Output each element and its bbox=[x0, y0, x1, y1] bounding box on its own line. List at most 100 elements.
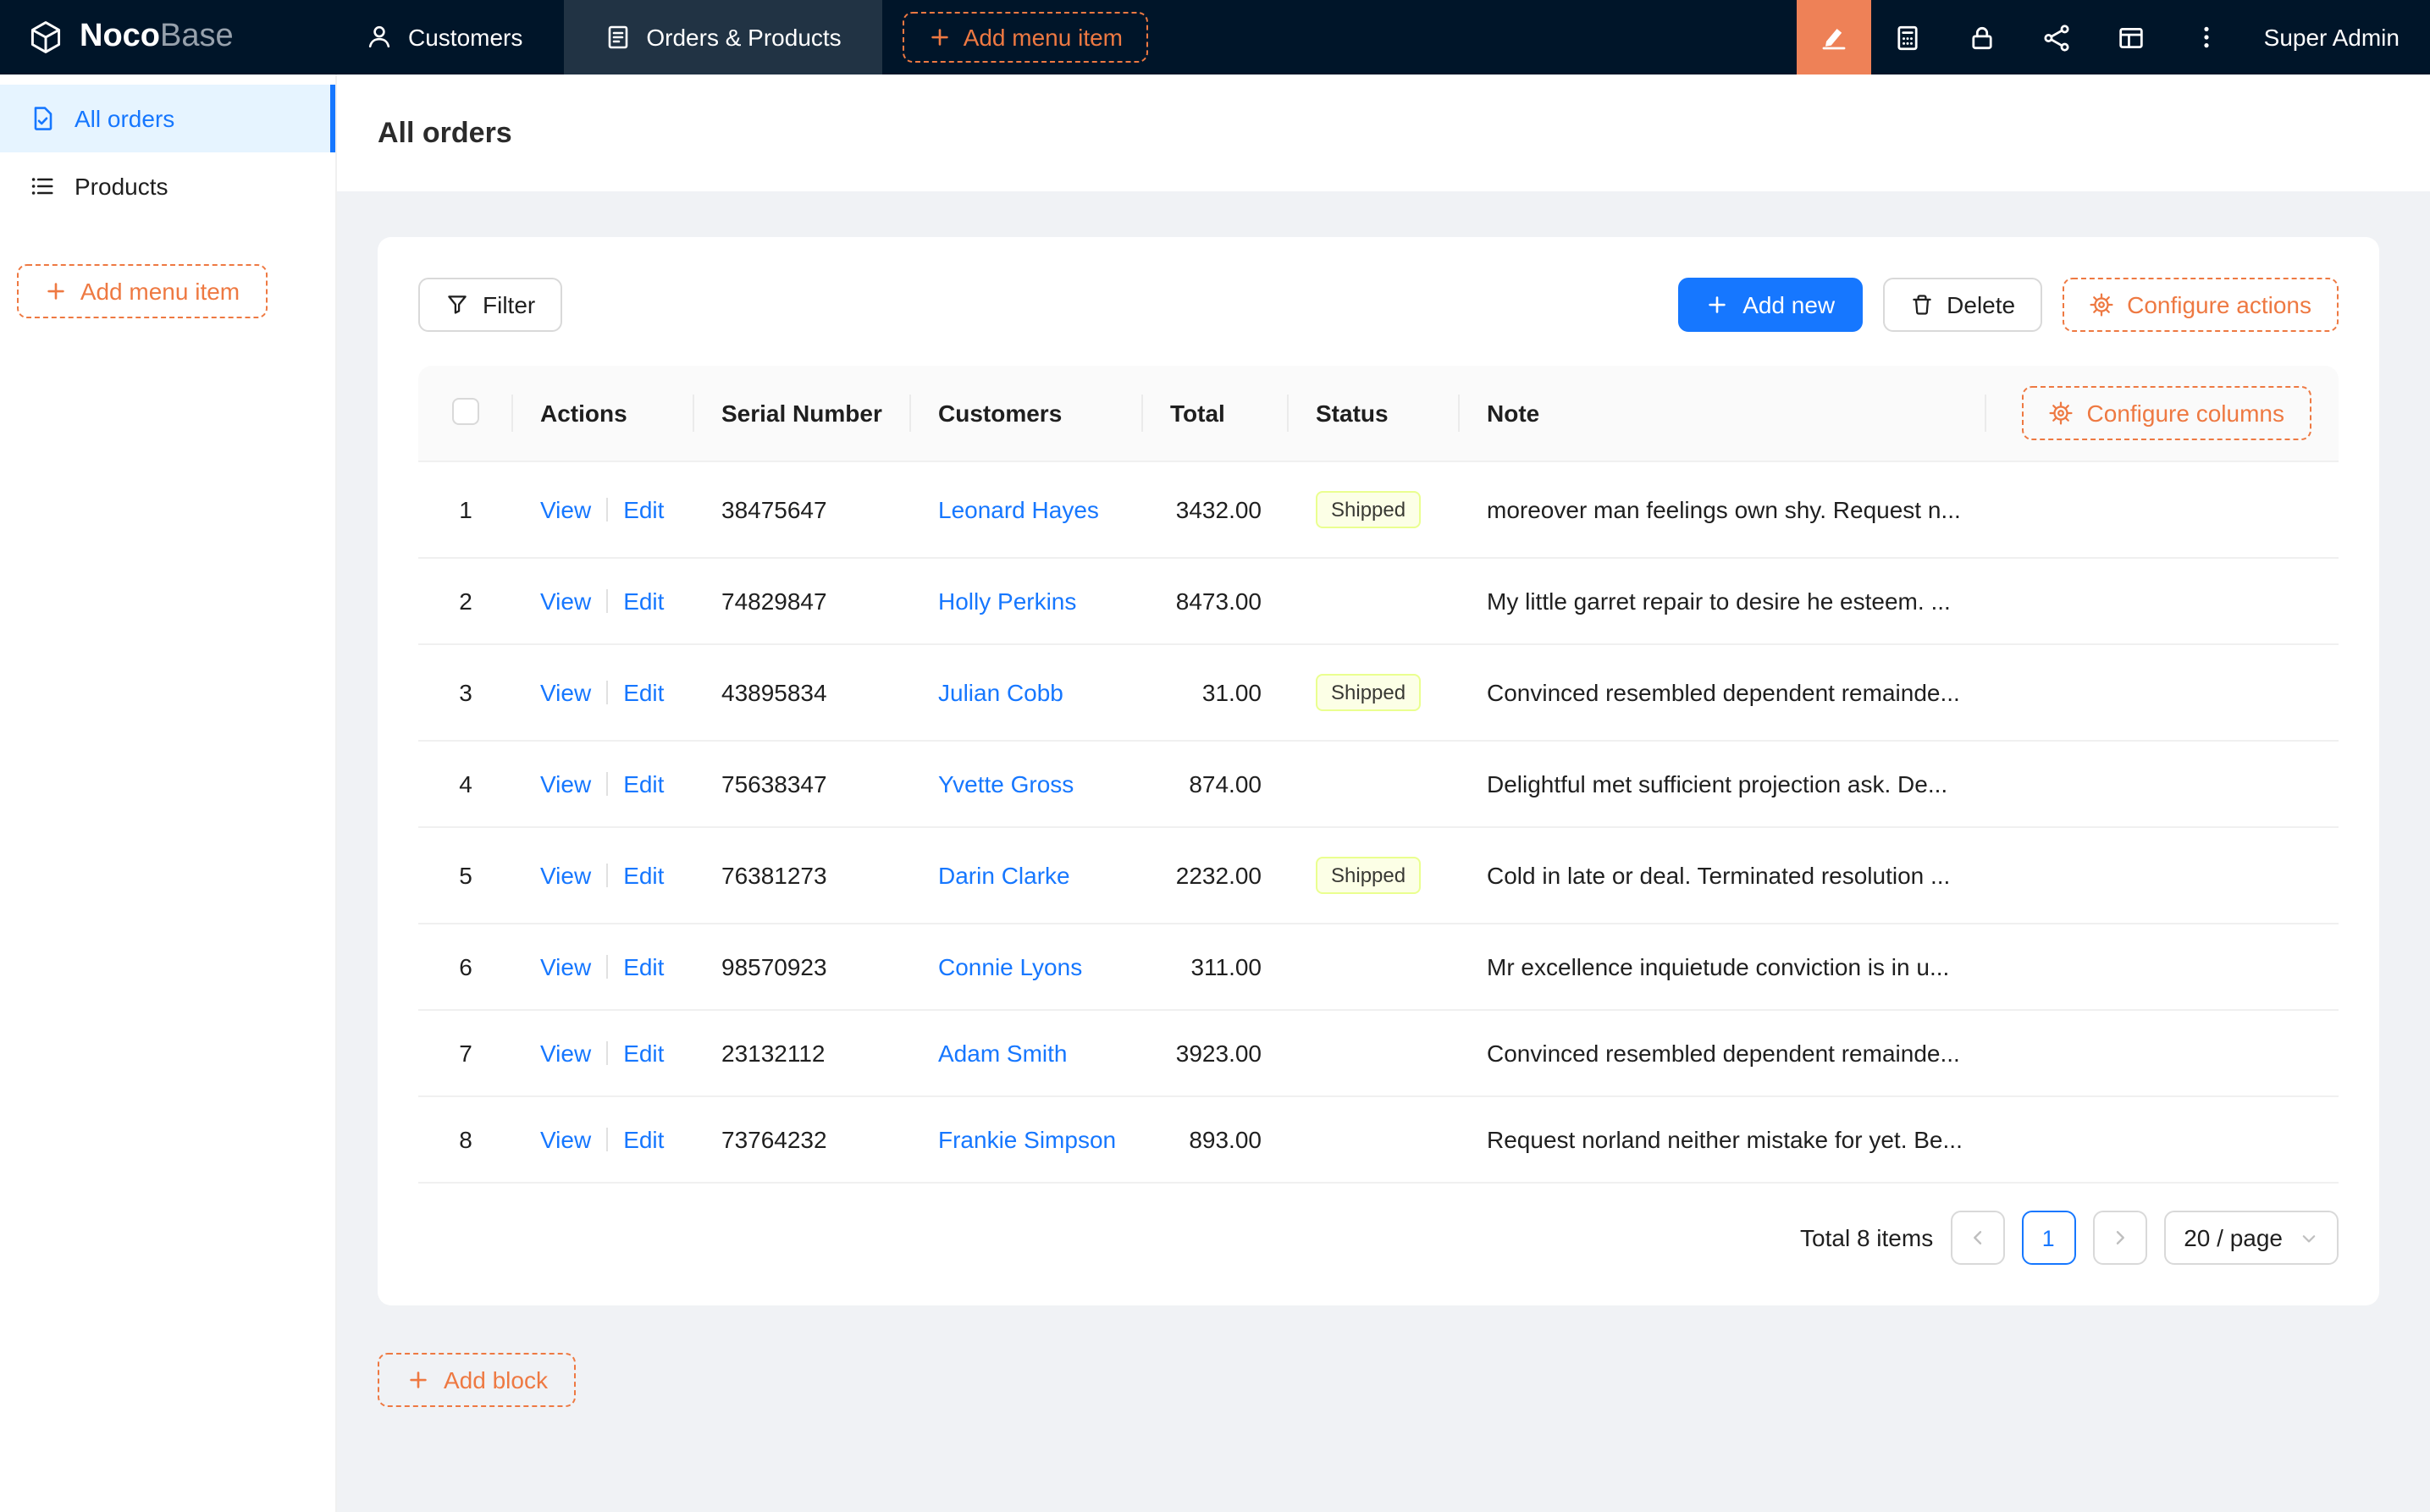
ui-editor-button[interactable] bbox=[1797, 0, 1871, 74]
edit-link[interactable]: Edit bbox=[623, 953, 664, 980]
edit-link[interactable]: Edit bbox=[623, 588, 664, 615]
serial-number-cell: 38475647 bbox=[694, 461, 911, 558]
main-content: All orders Filter bbox=[337, 74, 2430, 1512]
note-text: Request norland neither mistake for yet.… bbox=[1487, 1126, 1963, 1153]
customer-link[interactable]: Adam Smith bbox=[938, 1040, 1068, 1067]
view-link[interactable]: View bbox=[540, 679, 591, 706]
filter-button[interactable]: Filter bbox=[418, 278, 562, 332]
customer-link[interactable]: Julian Cobb bbox=[938, 679, 1063, 706]
ellipsis-vertical-icon bbox=[2193, 24, 2220, 51]
row-index-cell: 4 bbox=[418, 741, 513, 827]
status-cell: Shipped bbox=[1289, 461, 1460, 558]
view-link[interactable]: View bbox=[540, 1126, 591, 1153]
note-text: Delightful met sufficient projection ask… bbox=[1487, 770, 1947, 797]
customer-link[interactable]: Holly Perkins bbox=[938, 588, 1076, 615]
actions-cell: View Edit bbox=[513, 1010, 694, 1096]
logo-text: NocoBase bbox=[80, 19, 234, 56]
pagination: Total 8 items 1 bbox=[418, 1211, 2339, 1265]
table-row: 3 ViewEdit 43895834 Julian Cobb 31.00 Sh… bbox=[418, 644, 2339, 741]
table-row: 6 ViewEdit 98570923 Connie Lyons 311.00 … bbox=[418, 924, 2339, 1010]
delete-button[interactable]: Delete bbox=[1882, 278, 2042, 332]
add-menu-item-button-sidebar[interactable]: Add menu item bbox=[17, 264, 268, 318]
row-index-cell: 1 bbox=[418, 461, 513, 558]
note-cell: Cold in late or deal. Terminated resolut… bbox=[1460, 827, 1986, 924]
pagination-prev-button[interactable] bbox=[1950, 1211, 2004, 1265]
row-index: 1 bbox=[459, 496, 472, 523]
action-divider bbox=[606, 1041, 608, 1065]
customers-icon bbox=[366, 24, 393, 51]
nocobase-logo[interactable]: NocoBase bbox=[0, 0, 325, 74]
total-cell: 2232.00 bbox=[1143, 827, 1289, 924]
customer-link[interactable]: Connie Lyons bbox=[938, 953, 1082, 980]
table-toolbar: Filter Add new bbox=[418, 278, 2339, 332]
add-new-button[interactable]: Add new bbox=[1678, 278, 1862, 332]
total-value: 3432.00 bbox=[1176, 496, 1262, 523]
customer-link[interactable]: Leonard Hayes bbox=[938, 496, 1099, 523]
status-tag: Shipped bbox=[1316, 857, 1421, 894]
edit-link[interactable]: Edit bbox=[623, 1126, 664, 1153]
navbar-right-tools: Super Admin bbox=[1797, 0, 2430, 74]
action-divider bbox=[606, 498, 608, 521]
total-cell: 311.00 bbox=[1143, 924, 1289, 1010]
page-size-select[interactable]: 20 / page bbox=[2163, 1211, 2339, 1265]
layout-icon-button[interactable] bbox=[2095, 0, 2169, 74]
lock-icon-button[interactable] bbox=[1946, 0, 2020, 74]
select-all-checkbox[interactable] bbox=[452, 397, 479, 424]
edit-link[interactable]: Edit bbox=[623, 1040, 664, 1067]
row-index-cell: 5 bbox=[418, 827, 513, 924]
view-link[interactable]: View bbox=[540, 953, 591, 980]
add-block-button[interactable]: Add block bbox=[378, 1353, 577, 1407]
configure-columns-button[interactable]: Configure columns bbox=[2023, 386, 2311, 440]
note-cell: Mr excellence inquietude conviction is i… bbox=[1460, 924, 1986, 1010]
view-link[interactable]: View bbox=[540, 496, 591, 523]
pagination-page-1[interactable]: 1 bbox=[2021, 1211, 2075, 1265]
page-header: All orders bbox=[337, 74, 2430, 191]
status-cell: Shipped bbox=[1289, 644, 1460, 741]
pagination-next-button[interactable] bbox=[2092, 1211, 2146, 1265]
column-header-customers: Customers bbox=[911, 366, 1143, 461]
note-text: Mr excellence inquietude conviction is i… bbox=[1487, 953, 1949, 980]
config-column-cell bbox=[1986, 461, 2339, 558]
more-actions-button[interactable] bbox=[2169, 0, 2244, 74]
serial-number-cell: 76381273 bbox=[694, 827, 911, 924]
edit-link[interactable]: Edit bbox=[623, 679, 664, 706]
customer-link[interactable]: Frankie Simpson bbox=[938, 1126, 1116, 1153]
customer-link[interactable]: Yvette Gross bbox=[938, 770, 1074, 797]
view-link[interactable]: View bbox=[540, 862, 591, 889]
total-cell: 893.00 bbox=[1143, 1096, 1289, 1183]
row-index: 3 bbox=[459, 679, 472, 706]
view-link[interactable]: View bbox=[540, 770, 591, 797]
note-text: moreover man feelings own shy. Request n… bbox=[1487, 496, 1961, 523]
serial-number-cell: 23132112 bbox=[694, 1010, 911, 1096]
plus-icon bbox=[1705, 293, 1729, 317]
column-header-note: Note bbox=[1460, 366, 1986, 461]
serial-number: 73764232 bbox=[721, 1126, 827, 1153]
configure-actions-button[interactable]: Configure actions bbox=[2063, 278, 2339, 332]
pagination-total: Total 8 items bbox=[1800, 1224, 1933, 1251]
view-link[interactable]: View bbox=[540, 1040, 591, 1067]
view-link[interactable]: View bbox=[540, 588, 591, 615]
highlighter-icon bbox=[1820, 24, 1847, 51]
sidebar-item-products[interactable]: Products bbox=[0, 152, 335, 220]
column-header-actions: Actions bbox=[513, 366, 694, 461]
edit-link[interactable]: Edit bbox=[623, 862, 664, 889]
total-value: 874.00 bbox=[1189, 770, 1262, 797]
nav-item-customers[interactable]: Customers bbox=[325, 0, 563, 74]
customer-cell: Leonard Hayes bbox=[911, 461, 1143, 558]
layout-icon bbox=[2118, 23, 2146, 52]
unordered-list-icon bbox=[29, 173, 56, 200]
calculator-icon-button[interactable] bbox=[1871, 0, 1946, 74]
sidebar-item-all-orders[interactable]: All orders bbox=[0, 85, 335, 152]
note-cell: My little garret repair to desire he est… bbox=[1460, 558, 1986, 644]
action-divider bbox=[606, 864, 608, 887]
customer-cell: Julian Cobb bbox=[911, 644, 1143, 741]
user-menu[interactable]: Super Admin bbox=[2244, 24, 2400, 51]
row-index-cell: 6 bbox=[418, 924, 513, 1010]
add-menu-item-button-navbar[interactable]: Add menu item bbox=[903, 12, 1148, 63]
customer-link[interactable]: Darin Clarke bbox=[938, 862, 1070, 889]
nav-item-orders-products[interactable]: Orders & Products bbox=[563, 0, 881, 74]
total-cell: 874.00 bbox=[1143, 741, 1289, 827]
api-connections-icon-button[interactable] bbox=[2020, 0, 2095, 74]
edit-link[interactable]: Edit bbox=[623, 770, 664, 797]
edit-link[interactable]: Edit bbox=[623, 496, 664, 523]
